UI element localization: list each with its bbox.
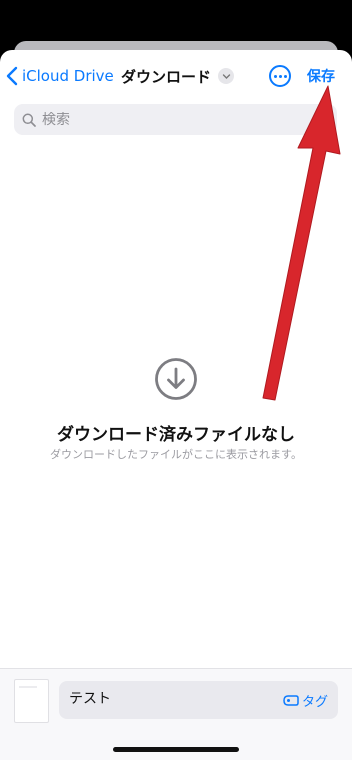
tag-label: タグ — [301, 695, 328, 710]
back-label: iCloud Drive — [22, 67, 114, 85]
folder-title-menu[interactable]: ダウンロード — [121, 64, 235, 88]
page-title: ダウンロード — [121, 67, 212, 86]
chevron-down-icon — [218, 68, 235, 84]
download-circle-icon — [155, 358, 197, 400]
tag-icon — [283, 695, 299, 706]
search-input[interactable] — [42, 111, 322, 128]
empty-state-title: ダウンロード済みファイルなし — [57, 425, 295, 445]
file-thumbnail — [14, 679, 49, 723]
save-button[interactable]: 保存 — [307, 66, 335, 86]
download-sheet: iCloud Drive ダウンロード 保存 ダウンロード済みファイルなし ダウ… — [0, 50, 352, 760]
tag-button[interactable]: タグ — [283, 691, 328, 710]
chevron-left-icon — [6, 66, 18, 86]
filename-field[interactable]: タグ — [59, 681, 338, 719]
search-bar[interactable] — [14, 104, 337, 135]
search-icon — [22, 113, 36, 127]
back-button[interactable]: iCloud Drive — [6, 64, 114, 88]
more-icon[interactable] — [269, 65, 291, 87]
home-indicator — [113, 747, 239, 752]
navigation-bar: iCloud Drive ダウンロード 保存 — [0, 50, 352, 102]
empty-state-subtitle: ダウンロードしたファイルがここに表示されます。 — [50, 448, 302, 461]
filename-input[interactable] — [69, 690, 269, 706]
